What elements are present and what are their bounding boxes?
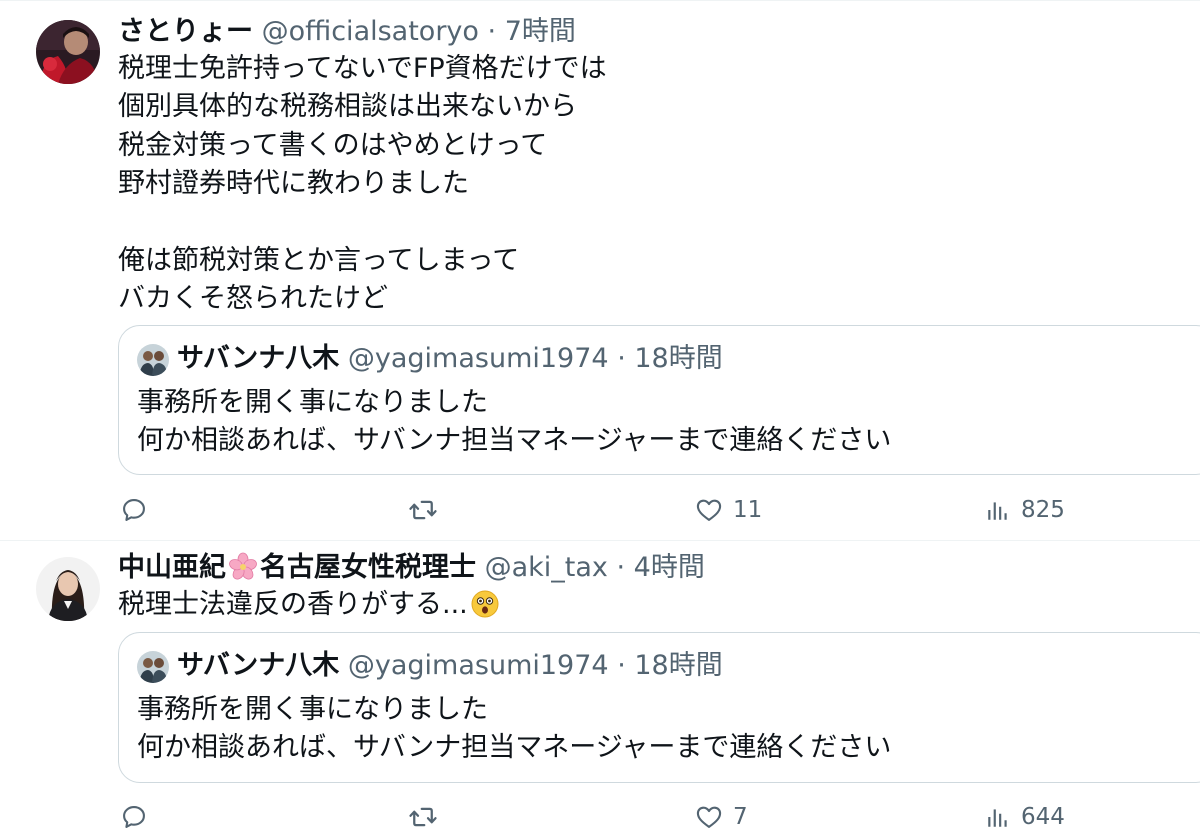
quoted-tweet[interactable]: サバンナ八木 @yagimasumi1974 · 18時間 事務所を開く事になり… (118, 325, 1200, 475)
quoted-tweet-timestamp: 18時間 (634, 650, 723, 681)
tweet-timestamp[interactable]: 4時間 (634, 552, 705, 583)
quoted-tweet-header: サバンナ八木 @yagimasumi1974 · 18時間 (177, 647, 723, 685)
retweet-button[interactable] (408, 797, 438, 837)
tweet[interactable]: さとりょー @officialsatoryo · 7時間 税理士免許持ってないで… (0, 0, 1200, 540)
quoted-tweet-header: サバンナ八木 @yagimasumi1974 · 18時間 (177, 340, 723, 378)
author-handle[interactable]: @aki_tax (485, 552, 608, 583)
quoted-author-handle: @yagimasumi1974 (347, 650, 609, 681)
astonished-face-icon (470, 589, 500, 630)
like-count: 7 (733, 804, 748, 830)
like-button[interactable]: 11 (695, 490, 762, 530)
retweet-button[interactable] (408, 490, 438, 530)
author-name-part: 中山亜紀 (118, 552, 226, 583)
quoted-author-name: サバンナ八木 (177, 650, 340, 681)
heart-icon (696, 806, 722, 828)
tweet-text-line: 税金対策って書くのはやめとけって (118, 129, 548, 161)
views-count: 825 (1021, 497, 1065, 523)
tweet-text: 税理士法違反の香りがする... (118, 586, 500, 630)
author-name[interactable]: 中山亜紀 名古屋女性税理士 (118, 552, 476, 583)
tweet-text-line: 個別具体的な税務相談は出来ないから (118, 91, 577, 123)
tweet-text-line (118, 204, 607, 242)
quoted-text-line: 事務所を開く事になりました (137, 387, 488, 418)
quoted-tweet-timestamp: 18時間 (634, 343, 723, 374)
timeline-feed: さとりょー @officialsatoryo · 7時間 税理士免許持ってないで… (0, 0, 1200, 840)
quoted-author-name: サバンナ八木 (177, 343, 340, 374)
quoted-text-line: 事務所を開く事になりました (137, 694, 488, 725)
separator-dot: · (617, 343, 626, 374)
author-name-part: 名古屋女性税理士 (260, 552, 476, 583)
views-icon (988, 502, 1007, 520)
user-avatar-photo-icon (36, 20, 100, 84)
reply-button[interactable] (120, 797, 148, 837)
tweet-header: 中山亜紀 名古屋女性税理士 @aki_tax · 4時間 (118, 551, 705, 591)
retweet-icon (409, 807, 437, 827)
quoted-text-line: 何か相談あれば、サバンナ担当マネージャーまで連絡ください (137, 732, 892, 763)
user-avatar-photo-icon (137, 651, 169, 683)
like-button[interactable]: 7 (695, 797, 748, 837)
views-icon (988, 809, 1007, 827)
tweet-text-line: 俺は節税対策とか言ってしまって (118, 244, 520, 276)
author-avatar[interactable] (36, 20, 100, 84)
reply-icon (123, 806, 145, 828)
separator-dot: · (487, 16, 497, 47)
quoted-author-avatar (137, 651, 169, 683)
views-button[interactable]: 644 (985, 797, 1065, 837)
quoted-tweet-text: 事務所を開く事になりました 何か相談あれば、サバンナ担当マネージャーまで連絡くだ… (137, 691, 891, 767)
quoted-tweet-text: 事務所を開く事になりました 何か相談あれば、サバンナ担当マネージャーまで連絡くだ… (137, 384, 891, 460)
separator-dot: · (616, 552, 626, 583)
author-avatar[interactable] (36, 557, 100, 621)
tweet-text-line: 税理士免許持ってないでFP資格だけでは (118, 53, 607, 84)
tweet-text-line: 野村證券時代に教わりました (118, 168, 469, 200)
separator-dot: · (617, 650, 626, 681)
tweet-text-line: 税理士法違反の香りがする... (118, 589, 468, 620)
author-handle[interactable]: @officialsatoryo (262, 16, 479, 47)
user-avatar-photo-icon (36, 557, 100, 621)
tweet-header: さとりょー @officialsatoryo · 7時間 (118, 15, 576, 49)
tweet-actions: 7 644 (0, 797, 1200, 837)
tweet-actions: 11 825 (0, 490, 1200, 530)
retweet-icon (409, 500, 437, 520)
reply-button[interactable] (120, 490, 148, 530)
tweet[interactable]: 中山亜紀 名古屋女性税理士 @aki_tax · 4時間 税理士法違反の香りがす… (0, 541, 1200, 840)
author-name[interactable]: さとりょー (118, 16, 253, 47)
tweet-text: 税理士免許持ってないでFP資格だけでは 個別具体的な税務相談は出来ないから 税金… (118, 50, 607, 319)
quoted-author-handle: @yagimasumi1974 (347, 343, 609, 374)
heart-icon (696, 499, 722, 521)
tweet-text-line: バカくそ怒られたけど (118, 283, 388, 315)
quoted-tweet[interactable]: サバンナ八木 @yagimasumi1974 · 18時間 事務所を開く事になり… (118, 632, 1200, 783)
quoted-author-avatar (137, 344, 169, 376)
tweet-timestamp[interactable]: 7時間 (505, 16, 576, 47)
reply-icon (123, 499, 145, 521)
user-avatar-photo-icon (137, 344, 169, 376)
quoted-text-line: 何か相談あれば、サバンナ担当マネージャーまで連絡ください (137, 425, 892, 456)
like-count: 11 (733, 497, 763, 523)
views-button[interactable]: 825 (985, 490, 1065, 530)
views-count: 644 (1021, 804, 1065, 830)
